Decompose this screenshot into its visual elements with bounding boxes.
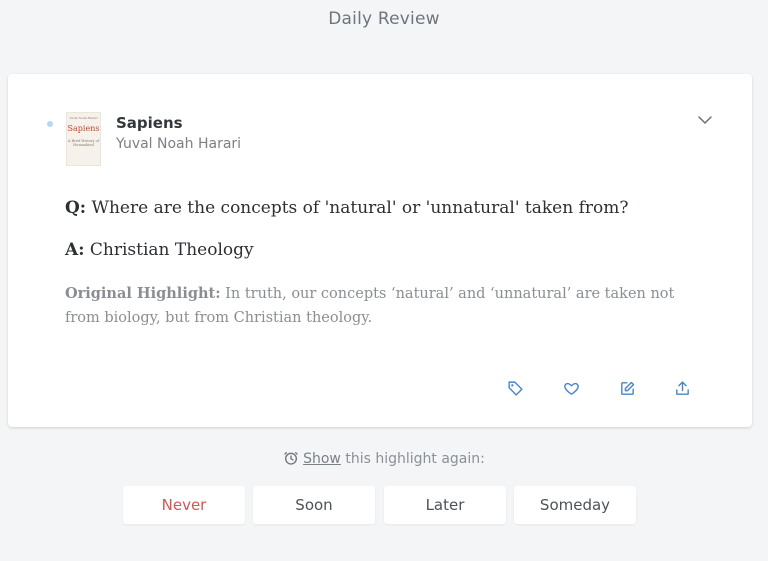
question: Q: Where are the concepts of 'natural' o… [65, 198, 628, 218]
cover-title: Sapiens [67, 124, 100, 133]
answer-label: A: [65, 240, 85, 260]
book-cover: Yuval Noah Harari Sapiens A Brief Histor… [66, 112, 101, 166]
cover-author: Yuval Noah Harari [69, 116, 98, 120]
later-button[interactable]: Later [384, 486, 506, 524]
share-icon [675, 380, 689, 395]
original-highlight: Original Highlight: In truth, our concep… [65, 282, 705, 330]
edit-button[interactable] [616, 377, 638, 399]
favorite-button[interactable] [560, 377, 582, 399]
unread-dot [47, 121, 53, 127]
share-button[interactable] [671, 377, 693, 399]
edit-icon [620, 381, 634, 395]
someday-button[interactable]: Someday [514, 486, 636, 524]
show-link[interactable]: Show [303, 451, 341, 467]
chevron-down-icon[interactable] [697, 114, 713, 126]
soon-button[interactable]: Soon [253, 486, 375, 524]
answer: A: Christian Theology [65, 240, 254, 260]
schedule-prompt-text: this highlight again: [345, 451, 485, 467]
tag-button[interactable] [504, 377, 526, 399]
question-text: Where are the concepts of 'natural' or '… [91, 198, 629, 218]
book-title[interactable]: Sapiens [116, 114, 183, 132]
schedule-prompt: Show this highlight again: [0, 450, 768, 467]
tag-icon [507, 380, 523, 396]
never-button[interactable]: Never [123, 486, 245, 524]
original-highlight-label: Original Highlight: [65, 285, 221, 302]
book-author: Yuval Noah Harari [116, 136, 242, 152]
clock-icon [284, 452, 298, 465]
answer-text: Christian Theology [89, 240, 254, 260]
question-label: Q: [65, 198, 87, 218]
heart-icon [563, 382, 579, 395]
cover-subtitle: A Brief History of Humankind [67, 139, 100, 147]
highlight-card: Yuval Noah Harari Sapiens A Brief Histor… [8, 74, 752, 427]
page-title: Daily Review [328, 9, 440, 29]
